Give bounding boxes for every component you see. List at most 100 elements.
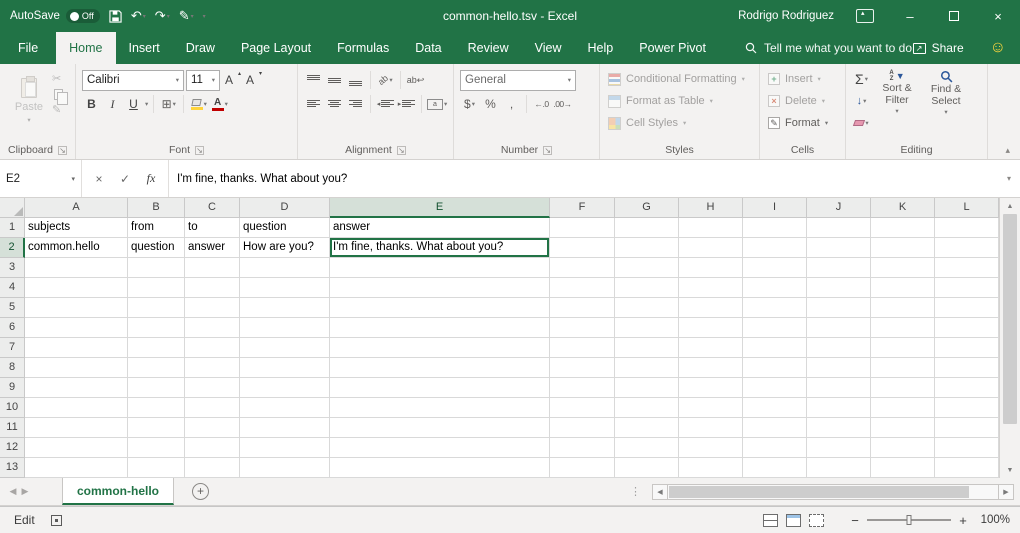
cell-D1[interactable]: question — [240, 218, 330, 238]
cell-J6[interactable] — [807, 318, 871, 338]
select-all-corner[interactable] — [0, 198, 25, 218]
row-header-3[interactable]: 3 — [0, 258, 25, 278]
user-name[interactable]: Rodrigo Rodriguez — [738, 10, 834, 22]
number-dialog-launcher[interactable]: ↘ — [543, 146, 552, 155]
cell-D7[interactable] — [240, 338, 330, 358]
tab-insert[interactable]: Insert — [116, 32, 173, 64]
cell-A11[interactable] — [25, 418, 128, 438]
cell-G8[interactable] — [615, 358, 679, 378]
cell-K10[interactable] — [871, 398, 935, 418]
cell-K11[interactable] — [871, 418, 935, 438]
row-header-13[interactable]: 13 — [0, 458, 25, 478]
zoom-slider[interactable] — [867, 519, 951, 521]
cell-I9[interactable] — [743, 378, 807, 398]
font-color-button[interactable]: A ▾ — [210, 94, 229, 114]
cell-H7[interactable] — [679, 338, 743, 358]
tab-view[interactable]: View — [522, 32, 575, 64]
cell-A2[interactable]: common.hello — [25, 238, 128, 258]
cell-B8[interactable] — [128, 358, 185, 378]
column-header-L[interactable]: L — [935, 198, 999, 218]
cut-icon[interactable]: ✂ — [52, 73, 63, 85]
column-header-G[interactable]: G — [615, 198, 679, 218]
cell-F2[interactable] — [550, 238, 615, 258]
cell-J3[interactable] — [807, 258, 871, 278]
row-header-9[interactable]: 9 — [0, 378, 25, 398]
cell-A4[interactable] — [25, 278, 128, 298]
qat-customize-icon[interactable]: ▾ — [203, 13, 206, 20]
percent-style-button[interactable]: % — [481, 94, 500, 114]
row-header-7[interactable]: 7 — [0, 338, 25, 358]
decrease-font-icon[interactable]: A▾ — [243, 70, 262, 90]
cell-E6[interactable] — [330, 318, 550, 338]
redo-dropdown-icon[interactable]: ▾ — [167, 13, 170, 20]
tab-split-handle[interactable]: ⋮ — [630, 485, 642, 498]
cell-I12[interactable] — [743, 438, 807, 458]
wrap-text-button[interactable]: ab↩ — [406, 70, 425, 90]
ribbon-display-options-icon[interactable] — [856, 9, 874, 23]
cell-H3[interactable] — [679, 258, 743, 278]
cell-C6[interactable] — [185, 318, 240, 338]
comma-style-button[interactable]: , — [502, 94, 521, 114]
underline-button[interactable]: U — [124, 94, 143, 114]
row-header-8[interactable]: 8 — [0, 358, 25, 378]
cell-B13[interactable] — [128, 458, 185, 478]
sheet-tab-common-hello[interactable]: common-hello — [62, 478, 174, 505]
cell-E11[interactable] — [330, 418, 550, 438]
cell-A9[interactable] — [25, 378, 128, 398]
scroll-left-icon[interactable]: ◀ — [652, 484, 668, 500]
cell-H8[interactable] — [679, 358, 743, 378]
cell-E12[interactable] — [330, 438, 550, 458]
cell-I1[interactable] — [743, 218, 807, 238]
number-format-select[interactable]: General▾ — [460, 70, 576, 91]
cell-J7[interactable] — [807, 338, 871, 358]
cell-L5[interactable] — [935, 298, 999, 318]
horizontal-scroll-thumb[interactable] — [669, 486, 969, 498]
cell-I7[interactable] — [743, 338, 807, 358]
cell-K7[interactable] — [871, 338, 935, 358]
zoom-out-button[interactable]: − — [850, 513, 860, 528]
paste-dropdown-icon[interactable]: ▾ — [27, 116, 30, 124]
decrease-decimal-button[interactable]: .00→ — [553, 94, 572, 114]
column-header-F[interactable]: F — [550, 198, 615, 218]
autosum-button[interactable]: Σ▾ — [852, 69, 871, 89]
format-as-table-button[interactable]: Format as Table▾ — [606, 90, 754, 112]
cell-F4[interactable] — [550, 278, 615, 298]
cell-C8[interactable] — [185, 358, 240, 378]
decrease-indent-button[interactable]: ◂ — [376, 94, 395, 114]
cell-J8[interactable] — [807, 358, 871, 378]
align-left-button[interactable] — [304, 94, 323, 114]
cell-L12[interactable] — [935, 438, 999, 458]
cell-K9[interactable] — [871, 378, 935, 398]
add-sheet-button[interactable]: + — [192, 483, 209, 500]
fill-button[interactable]: ↓▾ — [852, 91, 871, 111]
paste-button[interactable]: Paste ▾ — [6, 68, 52, 134]
scroll-down-icon[interactable]: ▼ — [1000, 462, 1020, 478]
horizontal-scrollbar[interactable]: ◀ ▶ — [652, 478, 1014, 505]
cell-D11[interactable] — [240, 418, 330, 438]
minimize-button[interactable]: – — [888, 0, 932, 32]
cell-B3[interactable] — [128, 258, 185, 278]
formula-bar-expand-icon[interactable]: ▾ — [998, 160, 1020, 197]
cell-J9[interactable] — [807, 378, 871, 398]
enter-icon[interactable]: ✓ — [112, 172, 138, 186]
cell-G5[interactable] — [615, 298, 679, 318]
formula-input[interactable]: I'm fine, thanks. What about you? — [169, 160, 998, 197]
cell-J11[interactable] — [807, 418, 871, 438]
cell-I4[interactable] — [743, 278, 807, 298]
cell-D13[interactable] — [240, 458, 330, 478]
format-cells-button[interactable]: ✎ Format▾ — [766, 112, 840, 134]
cell-E13[interactable] — [330, 458, 550, 478]
cell-J13[interactable] — [807, 458, 871, 478]
bold-button[interactable]: B — [82, 94, 101, 114]
cell-B10[interactable] — [128, 398, 185, 418]
cell-K8[interactable] — [871, 358, 935, 378]
tab-draw[interactable]: Draw — [173, 32, 228, 64]
view-page-layout-icon[interactable] — [786, 514, 801, 527]
cell-C10[interactable] — [185, 398, 240, 418]
cell-J5[interactable] — [807, 298, 871, 318]
scroll-right-icon[interactable]: ▶ — [998, 484, 1014, 500]
cell-A3[interactable] — [25, 258, 128, 278]
row-header-2[interactable]: 2 — [0, 238, 25, 258]
share-button[interactable]: ↗ Share — [913, 32, 964, 64]
cell-I6[interactable] — [743, 318, 807, 338]
